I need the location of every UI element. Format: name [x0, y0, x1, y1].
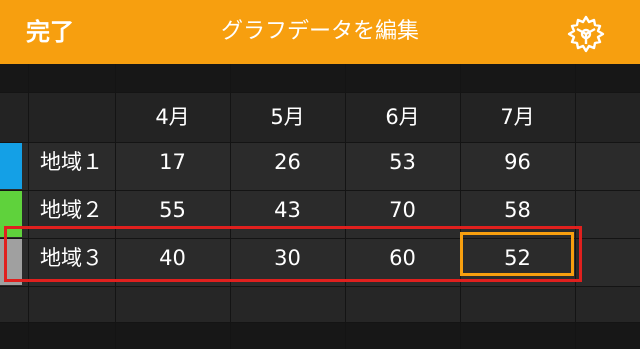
column-header[interactable]: 7月 [460, 102, 575, 132]
page-title: グラフデータを編集 [220, 19, 419, 44]
row-color-swatch[interactable] [0, 143, 22, 189]
data-cell[interactable]: 26 [230, 147, 345, 177]
top-bar: 完了 グラフデータを編集 [0, 0, 640, 64]
data-cell[interactable]: 58 [460, 195, 575, 225]
empty-row[interactable] [0, 286, 640, 322]
grid-line [0, 322, 640, 323]
row-label[interactable]: 地域１ [40, 147, 103, 177]
column-header[interactable]: 5月 [230, 102, 345, 132]
grid-line [28, 64, 29, 349]
grid-header-strip [0, 64, 640, 92]
grid-line [0, 190, 640, 191]
grid-line [0, 286, 640, 287]
data-cell[interactable]: 70 [345, 195, 460, 225]
data-cell[interactable]: 17 [115, 147, 230, 177]
gear-icon[interactable] [566, 14, 606, 54]
data-cell[interactable]: 43 [230, 195, 345, 225]
data-cell[interactable]: 53 [345, 147, 460, 177]
empty-row-footer [0, 322, 640, 349]
grid-line [575, 64, 576, 349]
column-header[interactable]: 4月 [115, 102, 230, 132]
row-label[interactable]: 地域２ [40, 195, 103, 225]
data-cell[interactable]: 55 [115, 195, 230, 225]
data-grid: 4月 5月 6月 7月 地域１ 17 26 53 96 地域２ 55 43 70… [0, 64, 640, 349]
grid-line [0, 92, 640, 93]
data-cell[interactable]: 96 [460, 147, 575, 177]
selected-cell-highlight[interactable] [460, 232, 574, 276]
column-header[interactable]: 6月 [345, 102, 460, 132]
grid-line [0, 142, 640, 143]
